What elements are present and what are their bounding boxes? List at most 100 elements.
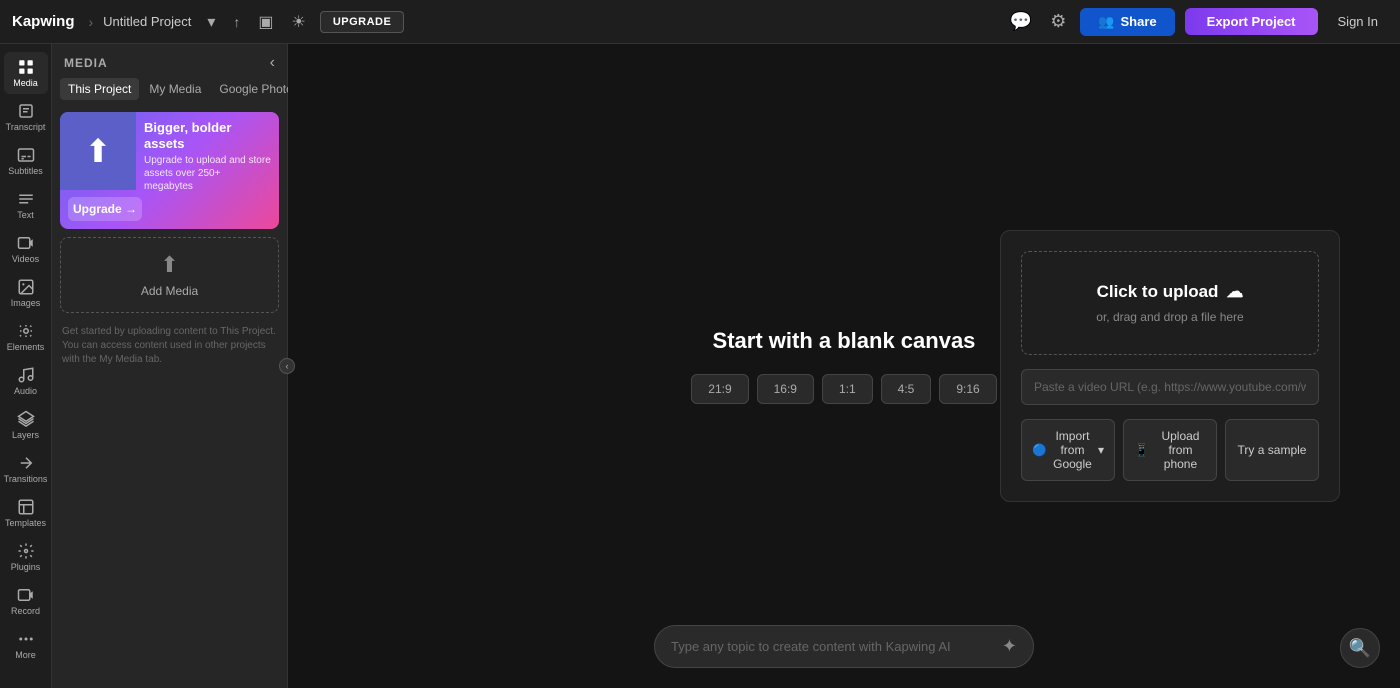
sidebar-item-elements[interactable]: Elements bbox=[4, 316, 48, 358]
sidebar-audio-label: Audio bbox=[14, 386, 37, 396]
upload-actions: 🔵 Import from Google ▾ 📱 Upload from pho… bbox=[1021, 419, 1319, 481]
theme-toggle-icon[interactable]: ☀ bbox=[287, 8, 309, 36]
import-google-button[interactable]: 🔵 Import from Google ▾ bbox=[1021, 419, 1115, 481]
sidebar-item-plugins[interactable]: Plugins bbox=[4, 536, 48, 578]
upload-drop-area[interactable]: Click to upload ☁ or, drag and drop a fi… bbox=[1021, 251, 1319, 355]
canvas-center: Start with a blank canvas 21:9 16:9 1:1 … bbox=[691, 328, 996, 404]
url-input[interactable] bbox=[1021, 369, 1319, 405]
upgrade-card-inner: ⬆ Bigger, bolder assets Upgrade to uploa… bbox=[60, 112, 279, 197]
templates-icon bbox=[17, 498, 35, 516]
settings-icon[interactable]: ⚙ bbox=[1046, 7, 1070, 36]
sidebar-text-label: Text bbox=[17, 210, 34, 220]
sidebar-item-text[interactable]: Text bbox=[4, 184, 48, 226]
sidebar-item-transcript[interactable]: Transcript bbox=[4, 96, 48, 138]
upgrade-card-button[interactable]: Upgrade → bbox=[68, 197, 142, 221]
sidebar-item-subtitles[interactable]: Subtitles bbox=[4, 140, 48, 182]
upgrade-card-title: Bigger, bolder assets bbox=[144, 120, 271, 151]
main-layout: Media Transcript Subtitles Text Videos I… bbox=[0, 44, 1400, 688]
comments-icon[interactable]: 💬 bbox=[1006, 7, 1036, 36]
upload-panel: Click to upload ☁ or, drag and drop a fi… bbox=[1000, 230, 1340, 502]
sidebar-item-layers[interactable]: Layers bbox=[4, 404, 48, 446]
sidebar-item-images[interactable]: Images bbox=[4, 272, 48, 314]
media-tabs: This Project My Media Google Photos ⋯ bbox=[52, 78, 287, 106]
upload-phone-button[interactable]: 📱 Upload from phone bbox=[1123, 419, 1217, 481]
try-sample-button[interactable]: Try a sample bbox=[1225, 419, 1319, 481]
upload-phone-label: Upload from phone bbox=[1155, 429, 1206, 471]
share-upload-icon[interactable]: ↑ bbox=[229, 10, 244, 34]
sidebar-templates-label: Templates bbox=[5, 518, 46, 528]
upload-subtitle: or, drag and drop a file here bbox=[1096, 310, 1243, 324]
sidebar-plugins-label: Plugins bbox=[11, 562, 41, 572]
upgrade-card-image: ⬆ bbox=[60, 112, 136, 190]
ratio-1-1[interactable]: 1:1 bbox=[822, 374, 873, 404]
sidebar-images-label: Images bbox=[11, 298, 41, 308]
add-media-box[interactable]: ⬆ Add Media bbox=[60, 237, 279, 313]
share-label: Share bbox=[1121, 14, 1157, 29]
canvas-title: Start with a blank canvas bbox=[713, 328, 976, 354]
share-button[interactable]: 👥 Share bbox=[1080, 8, 1174, 36]
sidebar-videos-label: Videos bbox=[12, 254, 39, 264]
media-icon bbox=[17, 58, 35, 76]
canvas-area: Start with a blank canvas 21:9 16:9 1:1 … bbox=[288, 44, 1400, 688]
phone-icon: 📱 bbox=[1134, 443, 1149, 457]
upgrade-button[interactable]: UPGRADE bbox=[320, 11, 405, 33]
ratio-21-9[interactable]: 21:9 bbox=[691, 374, 748, 404]
breadcrumb-sep: › bbox=[89, 14, 94, 30]
sidebar-item-videos[interactable]: Videos bbox=[4, 228, 48, 270]
share-icon: 👥 bbox=[1098, 14, 1114, 30]
images-icon bbox=[17, 278, 35, 296]
media-panel-header: MEDIA ‹ bbox=[52, 44, 287, 78]
media-panel: MEDIA ‹ This Project My Media Google Pho… bbox=[52, 44, 288, 688]
sidebar-item-more[interactable]: More bbox=[4, 624, 48, 666]
sidebar-record-label: Record bbox=[11, 606, 40, 616]
ratio-9-16[interactable]: 9:16 bbox=[939, 374, 996, 404]
search-icon: 🔍 bbox=[1349, 638, 1371, 659]
upgrade-card: ⬆ Bigger, bolder assets Upgrade to uploa… bbox=[60, 112, 279, 229]
plugins-icon bbox=[17, 542, 35, 560]
add-media-upload-icon: ⬆ bbox=[160, 252, 178, 278]
media-hint-text: Get started by uploading content to This… bbox=[60, 321, 279, 371]
audio-icon bbox=[17, 366, 35, 384]
ai-bar: ✦ bbox=[654, 625, 1034, 668]
media-panel-content: ⬆ Bigger, bolder assets Upgrade to uploa… bbox=[52, 106, 287, 688]
media-panel-collapse-button[interactable]: ‹ bbox=[270, 54, 275, 72]
videos-icon bbox=[17, 234, 35, 252]
upgrade-card-text: Bigger, bolder assets Upgrade to upload … bbox=[136, 112, 279, 197]
dropdown-chevron-icon: ▾ bbox=[1098, 443, 1104, 457]
sidebar-elements-label: Elements bbox=[7, 342, 45, 352]
sidebar-item-transitions[interactable]: Transitions bbox=[4, 448, 48, 490]
sidebar-item-record[interactable]: Record bbox=[4, 580, 48, 622]
ai-send-button[interactable]: ✦ bbox=[1002, 636, 1017, 657]
ratio-16-9[interactable]: 16:9 bbox=[757, 374, 814, 404]
add-media-label: Add Media bbox=[141, 284, 198, 298]
sidebar-item-media[interactable]: Media bbox=[4, 52, 48, 94]
tab-this-project[interactable]: This Project bbox=[60, 78, 139, 100]
media-panel-title: MEDIA bbox=[64, 56, 108, 70]
signin-link[interactable]: Sign In bbox=[1328, 14, 1388, 29]
sidebar-layers-label: Layers bbox=[12, 430, 39, 440]
ratio-4-5[interactable]: 4:5 bbox=[881, 374, 932, 404]
transitions-icon bbox=[17, 454, 35, 472]
upload-panel-title: Click to upload ☁ bbox=[1097, 282, 1244, 302]
search-fab[interactable]: 🔍 bbox=[1340, 628, 1380, 668]
project-title: Untitled Project bbox=[103, 14, 191, 29]
left-sidebar: Media Transcript Subtitles Text Videos I… bbox=[0, 44, 52, 688]
ai-bar-wrapper: ✦ bbox=[654, 625, 1034, 668]
upgrade-card-description: Upgrade to upload and store assets over … bbox=[144, 154, 271, 193]
tab-my-media[interactable]: My Media bbox=[141, 78, 209, 100]
google-icon: 🔵 bbox=[1032, 443, 1047, 457]
topbar: Kapwing › Untitled Project ▾ ↑ ▣ ☀ UPGRA… bbox=[0, 0, 1400, 44]
more-icon bbox=[17, 630, 35, 648]
aspect-ratio-list: 21:9 16:9 1:1 4:5 9:16 bbox=[691, 374, 996, 404]
sidebar-transitions-label: Transitions bbox=[4, 474, 48, 484]
sidebar-media-label: Media bbox=[13, 78, 38, 88]
upload-cloud-icon: ☁ bbox=[1226, 282, 1243, 302]
sidebar-item-audio[interactable]: Audio bbox=[4, 360, 48, 402]
save-icon[interactable]: ▣ bbox=[254, 8, 277, 36]
subtitles-icon bbox=[17, 146, 35, 164]
ai-input[interactable] bbox=[671, 639, 994, 654]
project-dropdown-button[interactable]: ▾ bbox=[203, 8, 219, 36]
panel-collapse-handle[interactable]: ‹ bbox=[279, 358, 295, 374]
sidebar-item-templates[interactable]: Templates bbox=[4, 492, 48, 534]
export-button[interactable]: Export Project bbox=[1185, 8, 1318, 35]
